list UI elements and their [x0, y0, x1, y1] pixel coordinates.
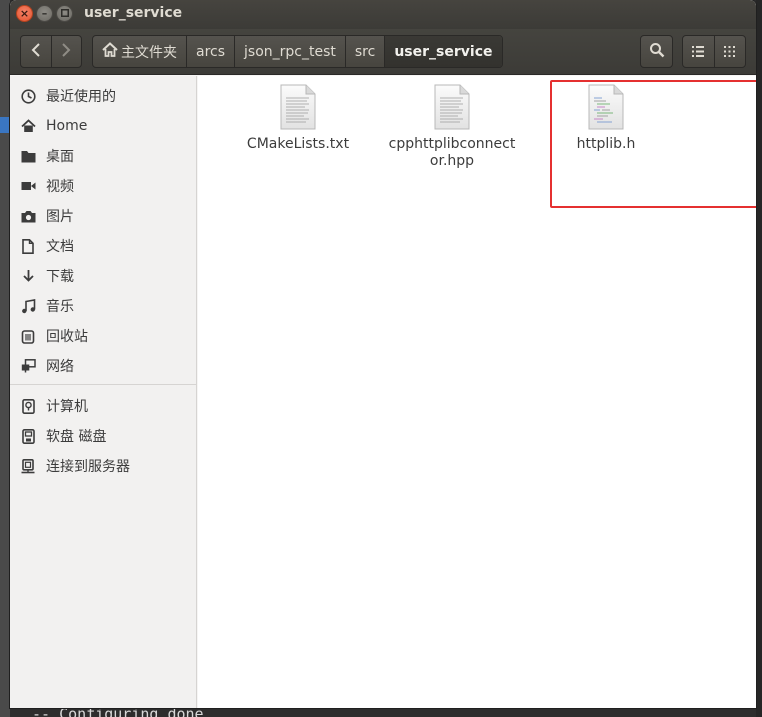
list-view-icon — [692, 42, 705, 61]
sidebar-divider — [10, 384, 197, 385]
camera-icon — [20, 208, 36, 224]
sidebar-item-pictures[interactable]: 图片 — [10, 203, 197, 229]
video-icon — [20, 178, 36, 194]
clock-icon — [20, 88, 36, 104]
breadcrumb: 主文件夹 arcs json_rpc_test src user_service — [92, 35, 503, 68]
terminal-left-strip — [0, 0, 10, 717]
sidebar-item-label: 回收站 — [46, 329, 88, 345]
sidebar-item-recent[interactable]: 最近使用的 — [10, 83, 197, 109]
chevron-left-icon — [31, 42, 41, 61]
sidebar-item-music[interactable]: 音乐 — [10, 293, 197, 319]
sidebar-item-label: Home — [46, 118, 88, 134]
maximize-icon — [60, 8, 69, 19]
grid-view-button[interactable] — [713, 36, 746, 67]
search-icon — [649, 42, 665, 62]
sidebar-item-computer[interactable]: 计算机 — [10, 393, 197, 419]
breadcrumb-arcs[interactable]: arcs — [186, 36, 234, 67]
chevron-right-icon — [61, 42, 71, 61]
breadcrumb-user-service[interactable]: user_service — [384, 36, 502, 67]
sidebar-item-label: 桌面 — [46, 149, 74, 165]
sidebar-item-desktop[interactable]: 桌面 — [10, 143, 197, 169]
back-button[interactable] — [21, 36, 51, 67]
minimize-window-button[interactable]: – — [36, 5, 53, 22]
sidebar-item-home[interactable]: Home — [10, 113, 197, 139]
home-icon — [20, 118, 36, 134]
breadcrumb-json-rpc-test[interactable]: json_rpc_test — [234, 36, 345, 67]
network-icon — [20, 358, 36, 374]
title-bar: × – user_service — [10, 0, 756, 29]
download-icon — [20, 268, 36, 284]
computer-icon — [20, 398, 36, 414]
sidebar-item-label: 计算机 — [46, 399, 88, 415]
file-name: cpphttplibconnector.hpp — [388, 136, 516, 169]
sidebar-item-label: 连接到服务器 — [46, 459, 130, 475]
maximize-window-button[interactable] — [56, 5, 73, 22]
breadcrumb-home[interactable]: 主文件夹 — [93, 36, 186, 67]
view-mode-buttons — [682, 35, 746, 68]
file-manager-window: × – user_service 主文件夹 arcs json_rpc_test… — [10, 0, 756, 708]
sidebar-item-label: 软盘 磁盘 — [46, 429, 107, 445]
sidebar-item-documents[interactable]: 文档 — [10, 233, 197, 259]
home-icon — [102, 42, 118, 61]
minimize-icon: – — [41, 7, 48, 20]
file-view: CMakeLists.txt cpphttplibconnector.hpp h… — [198, 76, 756, 708]
file-name: httplib.h — [576, 136, 636, 152]
close-icon: × — [19, 7, 30, 20]
music-icon — [20, 298, 36, 314]
file-item-cmakelists[interactable]: CMakeLists.txt — [228, 84, 368, 153]
sidebar-item-label: 视频 — [46, 179, 74, 195]
sidebar-item-label: 图片 — [46, 209, 74, 225]
file-name: CMakeLists.txt — [246, 136, 350, 152]
folder-icon — [20, 148, 36, 164]
source-file-icon — [588, 84, 624, 130]
toolbar: 主文件夹 arcs json_rpc_test src user_service — [10, 29, 756, 75]
text-file-icon — [280, 84, 316, 130]
sidebar-item-label: 网络 — [46, 359, 74, 375]
sidebar-item-videos[interactable]: 视频 — [10, 173, 197, 199]
server-icon — [20, 458, 36, 474]
floppy-icon — [20, 428, 36, 444]
window-shadow — [756, 0, 762, 717]
navigation-buttons — [20, 35, 82, 68]
sidebar-item-label: 音乐 — [46, 299, 74, 315]
forward-button[interactable] — [50, 36, 82, 67]
sidebar-item-downloads[interactable]: 下载 — [10, 263, 197, 289]
breadcrumb-src[interactable]: src — [344, 36, 384, 67]
close-window-button[interactable]: × — [16, 5, 33, 22]
trash-icon — [20, 328, 36, 344]
file-item-cpphttplibconnector[interactable]: cpphttplibconnector.hpp — [382, 84, 522, 170]
sidebar-item-connect-server[interactable]: 连接到服务器 — [10, 453, 197, 479]
search-button[interactable] — [640, 35, 673, 68]
sidebar-item-label: 下载 — [46, 269, 74, 285]
list-view-button[interactable] — [683, 36, 714, 67]
document-icon — [20, 238, 36, 254]
file-item-httplib[interactable]: httplib.h — [536, 84, 676, 153]
window-title: user_service — [84, 5, 183, 21]
sidebar-item-label: 最近使用的 — [46, 89, 116, 105]
sidebar: 最近使用的 Home 桌面 视频 图片 文档 下载 音乐 回收站 网络 计算机 … — [10, 76, 197, 708]
text-file-icon — [434, 84, 470, 130]
terminal-left-marker — [0, 117, 10, 133]
grid-view-icon — [724, 42, 736, 61]
breadcrumb-label: 主文件夹 — [121, 44, 177, 61]
sidebar-item-network[interactable]: 网络 — [10, 353, 197, 379]
sidebar-item-floppy[interactable]: 软盘 磁盘 — [10, 423, 197, 449]
sidebar-item-label: 文档 — [46, 239, 74, 255]
sidebar-item-trash[interactable]: 回收站 — [10, 323, 197, 349]
